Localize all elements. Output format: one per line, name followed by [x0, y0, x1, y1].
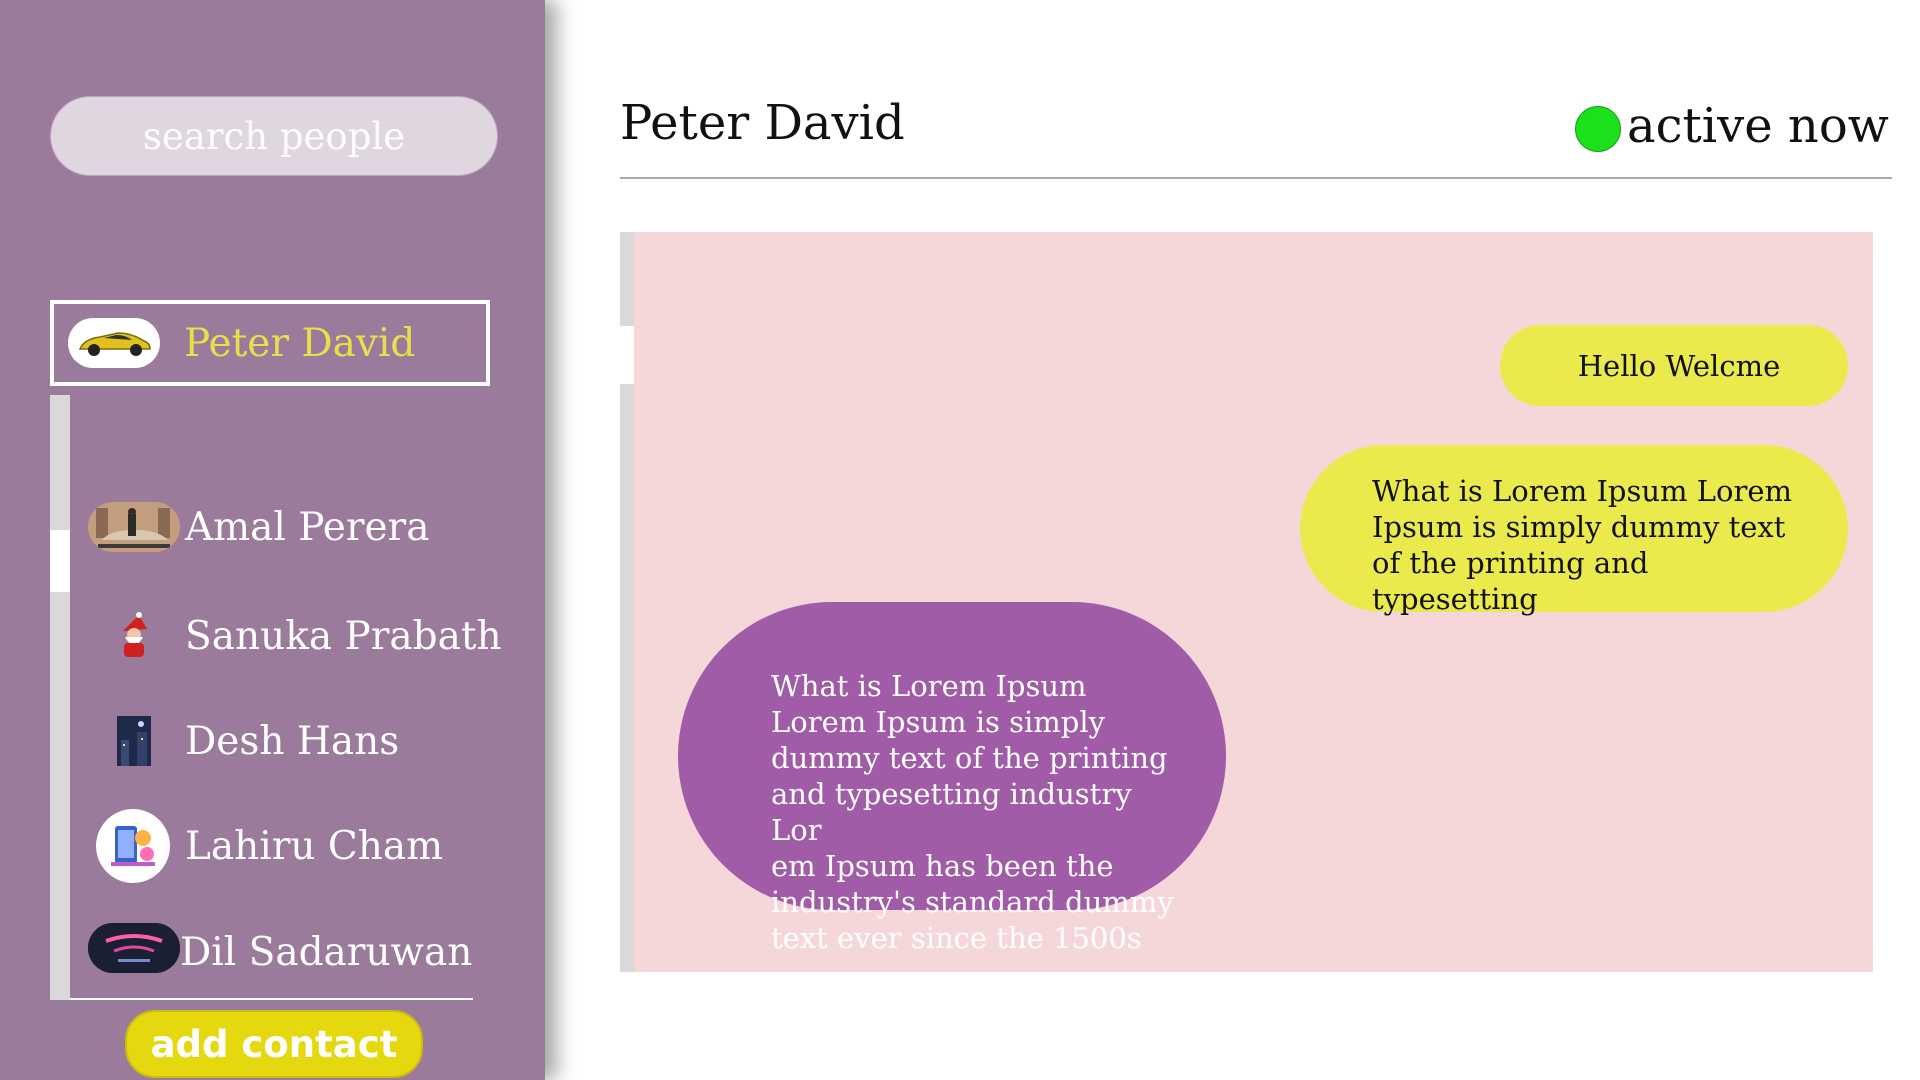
person-with-car-avatar	[88, 502, 180, 552]
contact-item-sanuka-prabath[interactable]: Sanuka Prabath	[50, 593, 502, 679]
message-bubble-outgoing: What is Lorem Ipsum Lorem Ipsum is simpl…	[1300, 445, 1848, 616]
contact-list-divider	[70, 998, 473, 1000]
header-divider	[620, 177, 1892, 179]
contact-item-amal-perera[interactable]: Amal Perera	[50, 484, 490, 570]
contact-name: Peter David	[184, 320, 416, 366]
message-text: What is Lorem Ipsum Lorem Ipsum is simpl…	[771, 669, 1174, 955]
message-text: What is Lorem Ipsum Lorem Ipsum is simpl…	[1372, 474, 1793, 616]
phone-illustration-avatar	[96, 809, 170, 883]
online-dot-icon	[1575, 106, 1621, 152]
fest-poster-avatar	[88, 923, 180, 973]
contact-item-dil-sadaruwan[interactable]: Dil Sadaruwan	[50, 909, 490, 995]
yellow-sports-car-avatar	[68, 318, 160, 368]
contact-item-peter-david[interactable]: Peter David	[50, 300, 490, 386]
contact-name: Desh Hans	[185, 718, 400, 764]
search-placeholder: search people	[142, 114, 406, 158]
contact-item-lahiru-cham[interactable]: Lahiru Cham	[50, 803, 490, 889]
contact-name: Dil Sadaruwan	[180, 929, 473, 975]
contact-item-desh-hans[interactable]: Desh Hans	[50, 698, 490, 784]
message-scroll-thumb[interactable]	[620, 326, 634, 384]
status-text: active now	[1627, 98, 1889, 154]
contact-name: Amal Perera	[185, 504, 430, 550]
chat-title: Peter David	[620, 95, 905, 151]
sidebar: search people Peter David Amal Perera Sa…	[0, 0, 545, 1080]
night-city-avatar	[88, 708, 180, 774]
status-indicator: active now	[1575, 98, 1889, 154]
add-contact-button[interactable]: add contact	[125, 1010, 423, 1078]
contact-name: Lahiru Cham	[185, 823, 444, 869]
message-text: Hello Welcme	[1577, 348, 1781, 383]
search-input[interactable]: search people	[50, 96, 498, 176]
santa-claus-avatar	[88, 611, 180, 661]
message-bubble-outgoing: Hello Welcme	[1500, 325, 1848, 406]
contact-name: Sanuka Prabath	[185, 613, 502, 659]
message-bubble-incoming: What is Lorem Ipsum Lorem Ipsum is simpl…	[678, 602, 1226, 955]
